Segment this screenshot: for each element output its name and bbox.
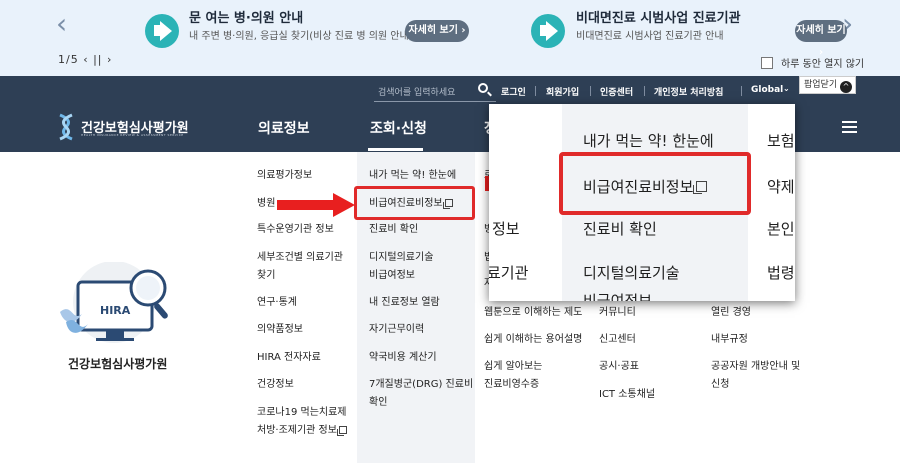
menu-item[interactable]: 병원 [257,196,275,212]
promo-title: 문 여는 병·의원 안내 [189,11,304,26]
menu-item[interactable]: 코로나19 먹는치료제 [257,405,347,421]
banner-pager[interactable]: 1/5 ‹ || › [58,53,112,66]
hira-org-name: 건강보험심사평가원 [68,357,168,371]
zoom-menu-item[interactable]: 내가 먹는 약! 한눈에 [583,130,714,151]
menu-item[interactable]: 쉽게 알아보는 [484,359,542,375]
menu-item[interactable]: 찾기 [257,268,275,284]
popup-close-label: 팝업닫기 [804,80,838,90]
zoom-menu-item[interactable]: 디지털의료기술 [583,262,680,283]
zoom-fragment: 법령 [767,264,795,282]
promo-detail-button[interactable]: 자세히 보기 › [795,20,847,58]
menu-item[interactable]: ICT 소통채널 [599,387,655,403]
divider [535,86,536,96]
chevron-down-icon: ⌄ [783,84,790,93]
login-link[interactable]: 로그인 [501,85,526,98]
menu-item[interactable]: 건강정보 [257,377,294,393]
signup-link[interactable]: 회원가입 [546,85,579,98]
zoom-menu-item[interactable]: 비급여정보 [583,290,652,301]
menu-item[interactable]: 신청 [711,377,729,393]
auth-center-link[interactable]: 인증센터 [600,85,633,98]
no-show-today-label: 하루 동안 열지 않기 [781,59,865,70]
promo-subtitle: 내 주변 병·의원, 응급실 찾기(비상 진료 병 의원 안내) [189,31,413,42]
global-dropdown[interactable]: Global [751,85,783,95]
menu-item[interactable]: 진료비영수증 [484,377,539,393]
zoom-fragment: 본인 [767,220,795,238]
menu-item[interactable]: 디지털의료기술 [369,250,433,266]
search-underline [374,101,496,102]
menu-item[interactable]: 의료평가정보 [257,168,312,184]
menu-item[interactable]: 커뮤니티 [599,305,636,321]
popup-close-button[interactable]: 팝업닫기 ^ [799,76,856,94]
divider [590,86,591,96]
highlight-box [354,186,475,220]
top-banner: ‹ › 1/5 ‹ || › 문 여는 병·의원 안내 내 주변 병·의원, 응… [0,0,900,76]
promo-subtitle: 비대면진료 시범사업 진료기관 안내 [576,31,724,42]
gnb-inquiry-apply[interactable]: 조회·신청 [370,118,427,138]
megaphone-icon [531,14,565,48]
menu-item[interactable]: 웹툰으로 이해하는 제도 [484,305,582,321]
logo-subtitle: HEALTH INSURANCE REVIEW & ASSESSMENT SER… [81,133,184,137]
hira-badge: HIRA [100,304,131,317]
menu-item-label: 처방·조제기관 정보 [257,425,337,436]
zoom-fragment: 료기관 [489,264,529,282]
zoom-menu-item[interactable]: 진료비 확인 [583,218,657,239]
zoom-fragment: 약제 [767,178,795,196]
menu-item[interactable]: 내부규정 [711,332,748,348]
menu-item[interactable]: HIRA 전자자료 [257,350,321,366]
gnb-medical-info[interactable]: 의료정보 [258,118,310,138]
menu-item[interactable]: 의약품정보 [257,322,303,338]
menu-item[interactable]: 공시·공표 [599,359,639,375]
hira-illustration: HIRA [60,262,168,343]
menu-item[interactable]: 7개질병군(DRG) 진료비 [369,377,473,393]
menu-item[interactable]: 약국비용 계산기 [369,350,437,366]
red-arrow-icon [277,193,357,217]
menu-item[interactable]: 열린 경영 [711,305,751,321]
chevron-up-icon: ^ [840,81,852,93]
external-link-icon [336,426,347,436]
menu-item[interactable]: 자기근무이력 [369,322,424,338]
menu-item[interactable]: 처방·조제기관 정보 [257,423,347,439]
divider [644,86,645,96]
no-show-today-checkbox[interactable]: 하루 동안 열지 않기 [761,55,864,70]
privacy-policy-link[interactable]: 개인정보 처리방침 [654,85,723,98]
menu-item[interactable]: 신고센터 [599,332,636,348]
menu-item[interactable]: 공공자원 개방안내 및 [711,359,800,375]
active-menu-underline [368,148,423,151]
menu-item[interactable]: 연구·통계 [257,295,297,311]
checkbox-icon[interactable] [761,57,773,69]
menu-item[interactable]: 내가 먹는 약! 한눈에 [369,168,456,184]
promo-detail-button[interactable]: 자세히 보기 › [405,20,469,42]
promo-title: 비대면진료 시범사업 진료기관 [576,11,741,26]
menu-item[interactable]: 진료비 확인 [369,222,418,238]
hamburger-menu-icon[interactable] [842,121,857,133]
zoom-highlight-box [559,152,751,215]
menu-item[interactable]: 확인 [369,395,387,411]
menu-item[interactable]: 비급여정보 [369,268,415,284]
search-input[interactable]: 검색어를 입력하세요 [378,85,455,98]
divider [741,86,742,96]
hira-logo-icon [59,113,73,141]
zoom-fragment: 정보 [492,220,520,238]
banner-prev-icon[interactable]: ‹ [56,10,67,38]
menu-item[interactable]: 특수운영기관 정보 [257,222,334,238]
zoom-fragment: 보험 [767,132,795,150]
menu-item[interactable]: 세부조건별 의료기관 [257,250,343,266]
menu-item[interactable]: 내 진료정보 열람 [369,295,440,311]
zoom-callout: 정보 료기관 내가 먹는 약! 한눈에 비급여진료비정보 진료비 확인 디지털의… [489,104,795,301]
menu-item[interactable]: 쉽게 이해하는 용어설명 [484,332,582,348]
megaphone-icon [145,14,179,48]
search-icon[interactable] [478,83,488,93]
